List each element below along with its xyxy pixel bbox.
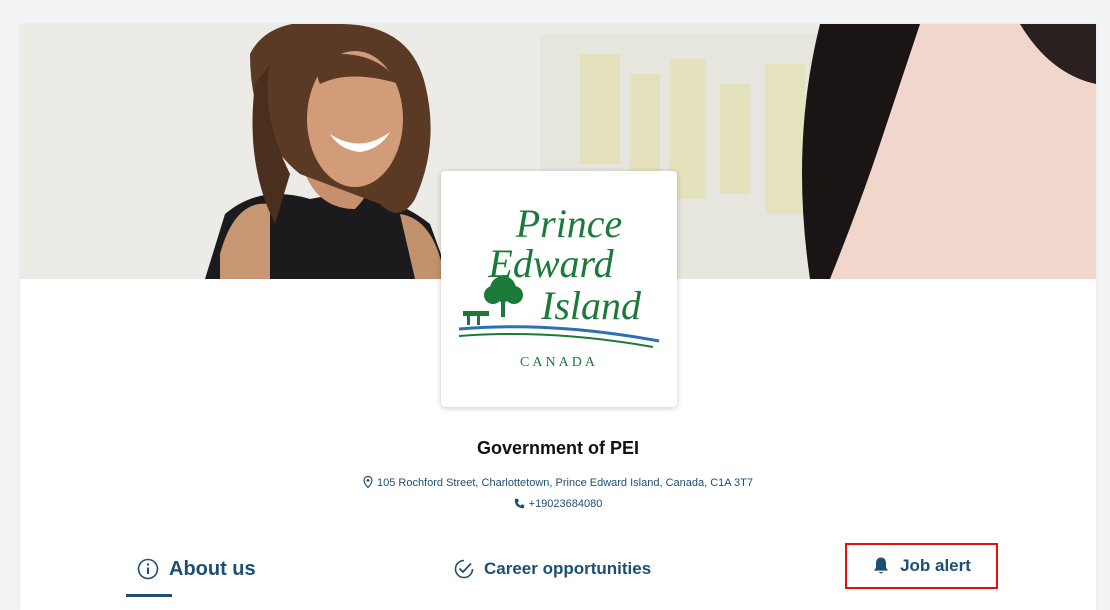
- location-pin-icon: [363, 475, 373, 491]
- company-profile-card: Prince Edward Island CANADA Government o…: [20, 24, 1096, 610]
- logo-text-line1: Prince: [515, 201, 623, 246]
- organization-phone-row: +19023684080: [20, 498, 1096, 512]
- active-tab-indicator: [126, 594, 172, 597]
- company-logo: Prince Edward Island CANADA: [441, 171, 677, 407]
- organization-address-row: 105 Rochford Street, Charlottetown, Prin…: [20, 475, 1096, 491]
- tab-career-opportunities[interactable]: Career opportunities: [454, 551, 651, 587]
- check-badge-icon: [454, 559, 474, 579]
- logo-country-text: CANADA: [520, 355, 598, 370]
- job-alert-button[interactable]: Job alert: [845, 543, 998, 589]
- tab-career-opportunities-label: Career opportunities: [484, 559, 652, 578]
- job-alert-label: Job alert: [900, 556, 971, 575]
- tab-about-us-label: About us: [169, 557, 256, 580]
- organization-name: Government of PEI: [476, 438, 640, 458]
- info-icon: [137, 558, 159, 580]
- phone-icon: [514, 498, 525, 512]
- tab-about-us[interactable]: About us: [137, 551, 256, 587]
- logo-text-line3: Island: [540, 283, 642, 328]
- organization-phone[interactable]: +19023684080: [529, 498, 603, 510]
- organization-address[interactable]: 105 Rochford Street, Charlottetown, Prin…: [377, 477, 753, 489]
- bell-icon: [874, 557, 889, 574]
